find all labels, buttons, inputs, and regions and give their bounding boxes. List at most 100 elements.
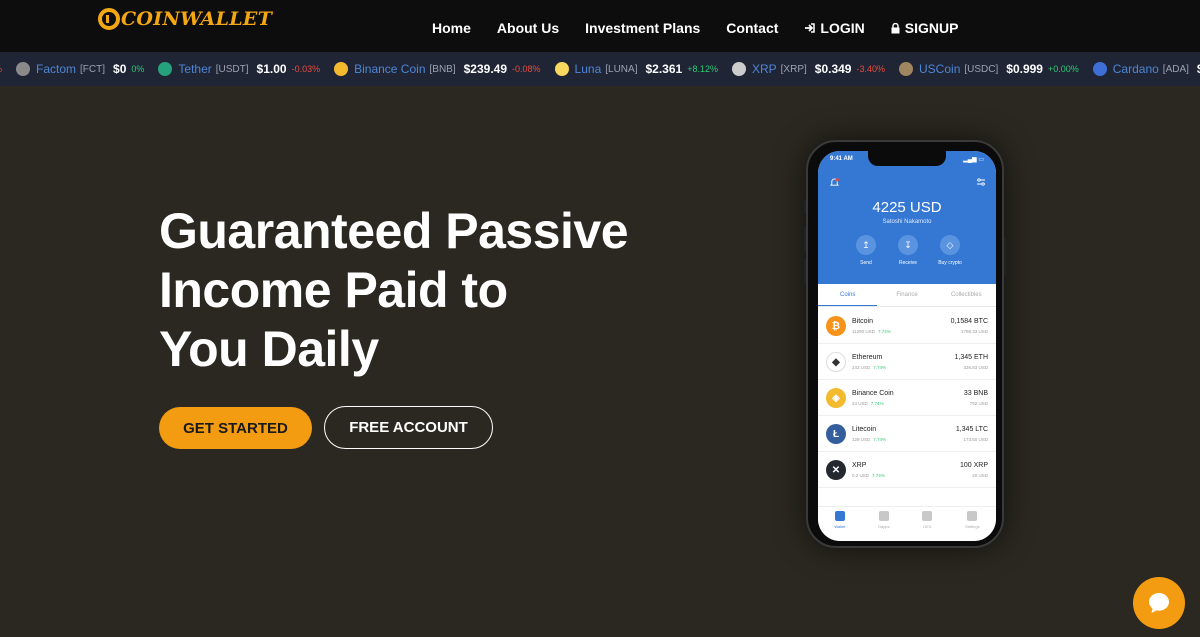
coin-change: +8.12% [687,64,718,74]
coin-unit-price: 0,2 USD [852,473,870,478]
bottom-nav-label: Dapps [878,524,890,529]
coin-unit-price: 24 USD [852,401,868,406]
site-logo[interactable]: COINWALLET [98,8,272,30]
coin-symbol: [XRP] [780,63,807,75]
coin-usd-value: 20 USD [972,473,988,478]
buy-crypto-label: Buy crypto [938,260,962,266]
hero-title-line-1: Guaranteed Passive [159,203,629,259]
coin-unit-price: 11290 USD [852,329,875,334]
phone-volume-down [804,258,806,284]
chat-button[interactable] [1133,577,1185,629]
tab-coins[interactable]: Coins [818,284,878,306]
price-ticker: % Factom[FCT] $0 0% Tether[USDT] $1.00 -0.03% B… [0,52,1200,86]
login-icon [805,23,816,33]
bottom-nav-label: DEX [923,524,932,529]
nav-plans-label: Investment Plans [585,20,701,36]
tab-finance[interactable]: Finance [877,284,936,306]
coin-price-sub: 24 USD 7.74% [852,401,884,406]
coin-name: Binance Coin [852,390,894,397]
coin-unit-price: 129 USD [852,437,871,442]
coin-icon: ◈ [826,388,846,408]
coin-row[interactable]: Ł Litecoin 129 USD 7.74% 1,345 LTC 173,50 USD [818,416,996,452]
coin-name: Luna [574,62,602,76]
nav-signup-label: SIGNUP [904,20,959,36]
coin-price-sub: 129 USD 7.74% [852,437,886,442]
ticker-item[interactable]: Cardano[ADA]$0 [1092,62,1200,76]
nav-about-label: About Us [496,20,560,36]
tab-collectibles[interactable]: Collectibles [937,284,996,306]
nav-home-label: Home [432,20,471,36]
coin-icon: ✕ [826,460,846,480]
nav-signup[interactable]: SIGNUP [891,20,959,36]
coin-symbol: [USDC] [964,63,999,75]
phone-notch [868,151,946,166]
free-account-button[interactable]: FREE ACCOUNT [324,406,493,449]
coin-change: -0.08% [512,64,541,74]
coin-name: XRP [852,462,867,469]
shield-icon [834,511,845,521]
nav-about-us[interactable]: About Us [497,20,559,36]
coin-change: 7.74% [877,329,891,334]
wallet-bottom-nav: Wallet Dapps DEX Settings [818,506,996,541]
coin-amount: 1,345 ETH [954,354,988,361]
coin-price-sub: 11290 USD 7.74% [852,329,891,334]
bottom-nav-dapps[interactable]: Dapps [878,507,890,541]
hero-title-line-2: Income Paid to [159,262,508,318]
coin-price: $0.999 [1006,62,1043,76]
grid-icon [878,511,889,521]
get-started-button[interactable]: GET STARTED [159,407,312,449]
nav-home[interactable]: Home [432,20,471,36]
coin-row[interactable]: ✕ XRP 0,2 USD 7.74% 100 XRP 20 USD [818,452,996,488]
coin-name: Factom [36,62,77,76]
bottom-nav-dex[interactable]: DEX [922,507,933,541]
coin-name: XRP [751,62,777,76]
wallet-actions: ↥ Send ↧ Receive ◇ Buy crypto [848,235,968,266]
coin-icon [899,62,914,76]
coin-symbol: [FCT] [80,63,106,75]
coin-price: $239.49 [463,62,508,76]
coin-symbol: [ADA] [1162,63,1189,75]
bottom-nav-settings[interactable]: Settings [965,507,980,541]
tag-icon: ◇ [940,235,960,255]
coin-usd-value: 792 USD [969,401,988,406]
coin-row[interactable]: ₿ Bitcoin 11290 USD 7.74% 0,1584 BTC 1798,33 … [818,308,996,344]
coin-usd-value: 326,83 USD [963,365,988,370]
coin-price-sub: 0,2 USD 7.74% [852,473,885,478]
coin-unit-price: 243 USD [852,365,871,370]
coin-row[interactable]: ◆ Ethereum 243 USD 7.74% 1,345 ETH 326,83 USD [818,344,996,380]
coin-icon [1092,62,1107,76]
logo-text: COINWALLET [121,8,273,30]
wallet-balance: 4225 USD [872,199,942,216]
ticker-item[interactable]: Tether [USDT] $1.00 -0.03% [158,62,320,76]
ticker-item[interactable]: Luna [LUNA] $2.361 +8.12% [554,62,718,76]
ticker-item[interactable]: % [0,64,2,74]
ticker-item[interactable]: XRP [XRP] $0.349 -3.40% [731,62,885,76]
send-action[interactable]: ↥ Send [848,235,884,266]
coin-name: Litecoin [852,426,877,433]
coin-icon: Ł [826,424,846,444]
coin-icon [158,62,173,76]
coin-symbol: [USDT] [215,63,249,75]
nav-login[interactable]: LOGIN [804,20,865,36]
coin-name: Bitcoin [852,318,874,325]
send-icon: ↥ [856,235,876,255]
receive-action[interactable]: ↧ Receive [890,235,926,266]
buy-crypto-action[interactable]: ◇ Buy crypto [932,235,968,266]
coin-change: +0.00% [1047,64,1079,74]
ticker-item[interactable]: Factom [FCT] $0 0% [16,62,144,76]
coin-name: Tether [178,62,212,76]
nav-contact-label: Contact [726,20,779,36]
filter-icon[interactable] [976,177,986,187]
coin-icon [731,62,746,76]
bottom-nav-wallet[interactable]: Wallet [834,507,845,541]
phone-screen: 9:41 AM ▂▄▆ ▭ 4225 USD Satoshi Nakamoto … [818,151,996,541]
ticker-item[interactable]: Binance Coin [BNB] $239.49 -0.08% [334,62,541,76]
nav-investment-plans[interactable]: Investment Plans [585,20,700,36]
coin-row[interactable]: ◈ Binance Coin 24 USD 7.74% 33 BNB 792 USD [818,380,996,416]
phone-silent-switch [804,200,806,214]
coin-icon [16,62,31,76]
nav-contact[interactable]: Contact [726,20,778,36]
bottom-nav-label: Wallet [834,524,846,529]
ticker-item[interactable]: USCoin [USDC] $0.999 +0.00% [899,62,1079,76]
coin-change: -0.03% [291,64,321,74]
